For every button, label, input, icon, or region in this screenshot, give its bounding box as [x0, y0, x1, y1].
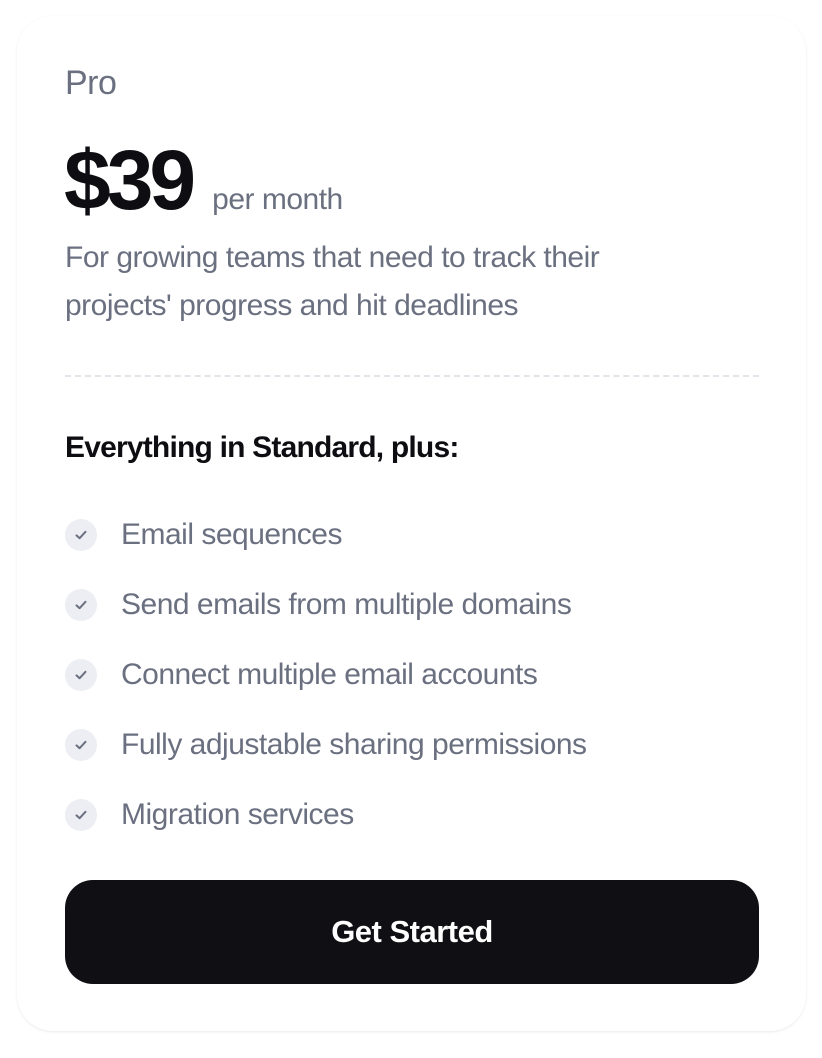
pricing-card: Pro $39 per month For growing teams that…	[17, 16, 806, 1031]
plan-name: Pro	[65, 64, 117, 102]
check-icon	[65, 799, 97, 831]
feature-item: Email sequences	[65, 499, 587, 571]
plan-price: $39	[64, 133, 196, 227]
check-icon	[65, 729, 97, 761]
price-row: $39 per month	[64, 132, 343, 228]
feature-label: Migration services	[121, 798, 354, 831]
plan-description: For growing teams that need to track the…	[65, 241, 600, 322]
get-started-button[interactable]: Get Started	[65, 880, 759, 984]
features-list: Email sequences Send emails from multipl…	[65, 501, 587, 851]
feature-item: Fully adjustable sharing permissions	[65, 709, 587, 781]
feature-item: Send emails from multiple domains	[65, 569, 587, 641]
billing-period: per month	[212, 183, 343, 216]
feature-label: Connect multiple email accounts	[121, 658, 538, 691]
feature-label: Send emails from multiple domains	[121, 588, 572, 621]
feature-item: Migration services	[65, 779, 587, 851]
feature-label: Email sequences	[121, 518, 342, 551]
check-icon	[65, 519, 97, 551]
feature-item: Connect multiple email accounts	[65, 639, 587, 711]
feature-label: Fully adjustable sharing permissions	[121, 728, 587, 761]
features-heading: Everything in Standard, plus:	[65, 431, 459, 464]
dashed-divider	[65, 375, 759, 377]
check-icon	[65, 659, 97, 691]
check-icon	[65, 589, 97, 621]
